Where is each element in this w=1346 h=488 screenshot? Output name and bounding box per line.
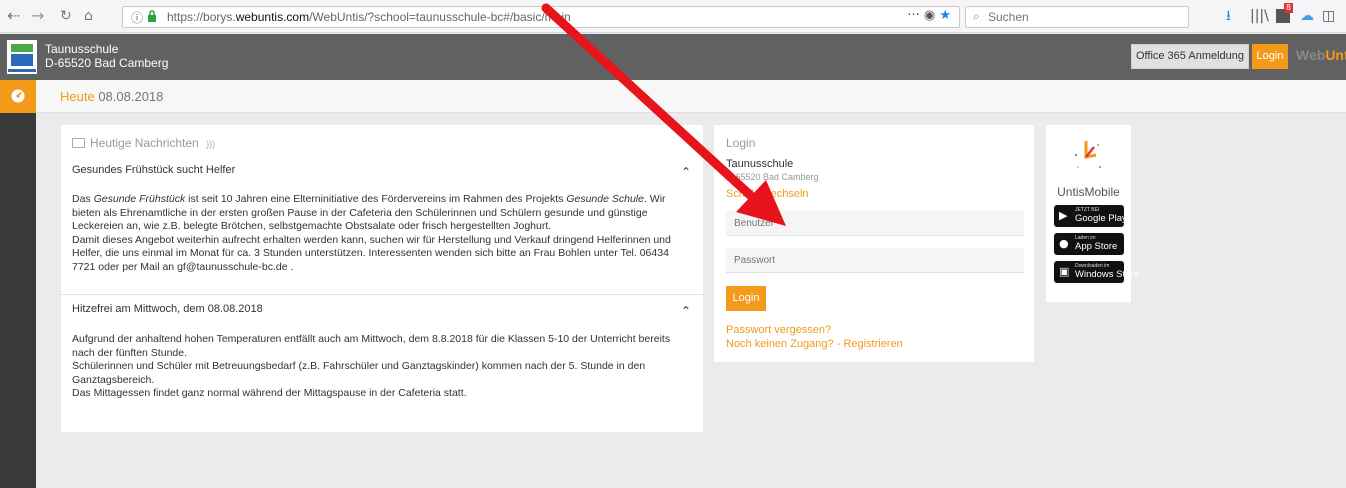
chevron-up-icon[interactable]: ⌃ xyxy=(681,165,691,179)
sidebar-toggle-icon[interactable]: ◫ xyxy=(1322,7,1335,25)
school-address: D-65520 Bad Camberg xyxy=(45,56,169,70)
login-title: Login xyxy=(726,136,756,150)
school-logo[interactable] xyxy=(7,40,37,74)
login-submit-button[interactable]: Login xyxy=(726,286,766,311)
divider xyxy=(61,294,703,295)
untis-mobile-name: UntisMobile xyxy=(1057,185,1120,199)
bookmark-star-icon[interactable]: ★ xyxy=(939,8,951,23)
current-date: 08.08.2018 xyxy=(98,89,164,104)
browser-search[interactable]: ⌕ xyxy=(965,6,1189,28)
date-bar: Heute 08.08.2018 xyxy=(36,80,1346,113)
username-input[interactable] xyxy=(726,211,1024,236)
school-header-name: Taunusschule D-65520 Bad Camberg xyxy=(45,42,168,70)
untis-mobile-panel: UntisMobile ▶ JETZT BEI Google Play ● La… xyxy=(1046,125,1139,302)
page-actions-icon[interactable]: ··· xyxy=(907,8,919,23)
apple-icon: ● xyxy=(1059,237,1069,250)
download-icon[interactable]: ⭳ xyxy=(1226,7,1231,25)
library-icon[interactable]: |||\ xyxy=(1250,7,1269,25)
sidebar xyxy=(0,80,36,488)
office365-login-button[interactable]: Office 365 Anmeldung xyxy=(1131,44,1249,69)
extension-icon[interactable]: 8 xyxy=(1276,3,1294,26)
untis-mobile-logo xyxy=(1075,141,1101,168)
windows-store-icon: ▣ xyxy=(1059,265,1070,278)
browser-toolbar: ⇠ → ↻ ⌂ ⓘ https://borys.webuntis.com/Web… xyxy=(0,0,1346,33)
forgot-password-link[interactable]: Passwort vergessen? xyxy=(726,324,831,336)
switch-school-link[interactable]: Schule wechseln xyxy=(726,188,809,200)
login-panel: Login Taunusschule D-65520 Bad Camberg S… xyxy=(714,125,1034,362)
back-icon[interactable]: ⇠ xyxy=(7,8,20,24)
app-store-button[interactable]: ● Laden im App Store xyxy=(1054,233,1124,255)
news-header: Heutige Nachrichten ))) xyxy=(72,136,215,150)
google-play-button[interactable]: ▶ JETZT BEI Google Play xyxy=(1054,205,1127,227)
header-login-button[interactable]: Login xyxy=(1252,44,1288,69)
lock-icon xyxy=(148,10,156,22)
news-item-title[interactable]: Gesundes Frühstück sucht Helfer xyxy=(72,164,235,176)
search-icon: ⌕ xyxy=(973,9,980,23)
url-actions: ··· ◉ ★ xyxy=(907,8,951,23)
dashboard-icon xyxy=(11,89,25,103)
news-panel: Heutige Nachrichten ))) Gesundes Frühstü… xyxy=(61,125,703,432)
sidebar-item-dashboard[interactable] xyxy=(0,80,36,113)
info-icon[interactable]: ⓘ xyxy=(131,9,143,26)
school-name: Taunusschule xyxy=(45,42,119,56)
pocket-icon[interactable]: ◉ xyxy=(924,8,935,23)
google-play-icon: ▶ xyxy=(1059,209,1068,222)
login-school-name: Taunusschule xyxy=(726,158,794,170)
register-link[interactable]: Noch keinen Zugang? - Registrieren xyxy=(726,338,903,350)
news-item-body: Das Gesunde Frühstück ist seit 10 Jahren… xyxy=(72,193,671,273)
news-title: Heutige Nachrichten xyxy=(90,136,199,150)
url-text[interactable]: https://borys.webuntis.com/WebUntis/?sch… xyxy=(167,10,571,24)
webuntis-brand: WebUnt xyxy=(1296,47,1346,63)
app-header: Taunusschule D-65520 Bad Camberg Office … xyxy=(0,34,1346,80)
url-bar[interactable]: ⓘ https://borys.webuntis.com/WebUntis/?s… xyxy=(122,6,960,28)
extension-badge: 8 xyxy=(1284,3,1294,13)
chevron-up-icon[interactable]: ⌃ xyxy=(681,304,691,318)
today-label: Heute 08.08.2018 xyxy=(60,89,164,104)
home-icon[interactable]: ⌂ xyxy=(84,8,93,24)
news-item-title[interactable]: Hitzefrei am Mittwoch, dem 08.08.2018 xyxy=(72,303,263,315)
login-school-address: D-65520 Bad Camberg xyxy=(726,172,819,182)
search-input[interactable] xyxy=(988,9,1178,25)
password-input[interactable] xyxy=(726,248,1024,273)
rss-icon[interactable]: ))) xyxy=(206,139,215,149)
newspaper-icon xyxy=(72,138,85,148)
windows-store-button[interactable]: ▣ Downloaden im Windows Store xyxy=(1054,261,1139,283)
news-item-body: Aufgrund der anhaltend hohen Temperature… xyxy=(72,333,671,399)
cloud-icon[interactable]: ☁ xyxy=(1300,7,1314,25)
forward-icon[interactable]: → xyxy=(31,8,44,24)
reload-icon[interactable]: ↻ xyxy=(60,8,72,24)
